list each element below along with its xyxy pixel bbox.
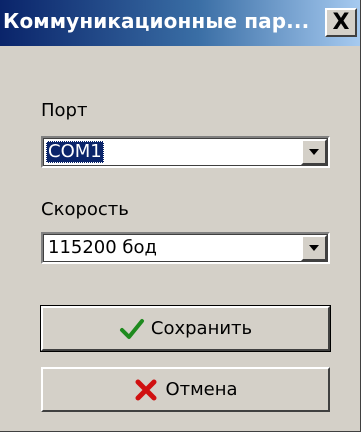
save-button-content: Сохранить <box>119 316 252 342</box>
x-icon <box>133 377 159 403</box>
port-select-value: COM1 <box>46 141 104 163</box>
dialog-window: Коммуникационные пар... X Порт COM1 Скор… <box>0 0 361 432</box>
speed-label: Скорость <box>41 199 129 220</box>
window-title: Коммуникационные пар... <box>3 9 310 33</box>
check-icon <box>119 316 145 342</box>
close-button[interactable]: X <box>325 8 357 37</box>
close-icon: X <box>332 9 350 35</box>
port-dropdown-button[interactable] <box>301 139 327 165</box>
cancel-button-label: Отмена <box>165 379 238 400</box>
speed-select[interactable]: 115200 бод <box>41 232 330 264</box>
port-select[interactable]: COM1 <box>41 136 330 168</box>
cancel-button[interactable]: Отмена <box>41 367 330 412</box>
title-bar[interactable]: Коммуникационные пар... X <box>0 0 360 46</box>
cancel-button-content: Отмена <box>133 377 238 403</box>
port-label: Порт <box>41 100 88 121</box>
save-button[interactable]: Сохранить <box>40 305 331 352</box>
save-button-label: Сохранить <box>150 318 253 339</box>
speed-select-value: 115200 бод <box>48 237 157 258</box>
speed-dropdown-button[interactable] <box>301 235 327 261</box>
